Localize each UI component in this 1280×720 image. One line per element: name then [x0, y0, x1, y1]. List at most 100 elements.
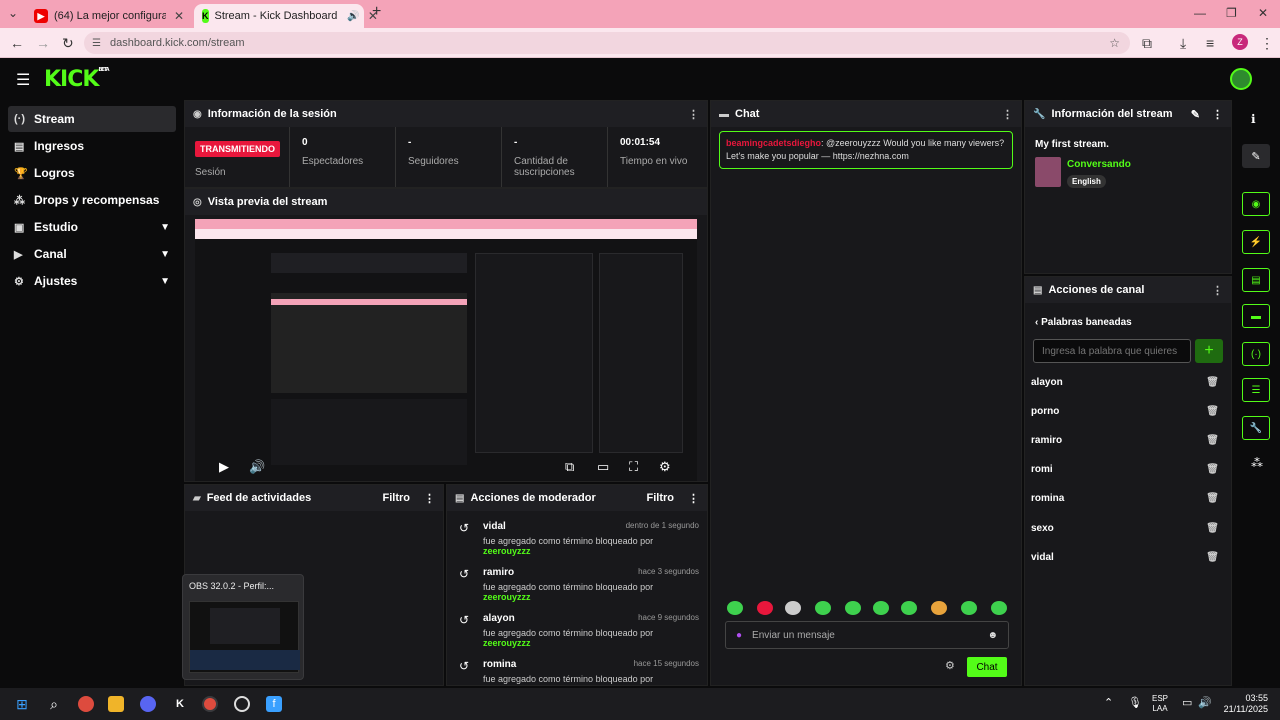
notes-rail-icon[interactable]: ▤: [1242, 268, 1270, 292]
emote-icon[interactable]: [931, 601, 947, 615]
chat-input[interactable]: ● Enviar un mensaje ☻: [725, 621, 1009, 649]
download-icon[interactable]: ⤓: [1180, 35, 1186, 52]
emote-icon[interactable]: [785, 601, 801, 615]
tray-chevron-icon[interactable]: ⌃: [1104, 696, 1113, 709]
new-tab-icon[interactable]: +: [372, 3, 381, 21]
undo-icon[interactable]: ↺: [459, 567, 469, 581]
trash-icon[interactable]: 🗑: [1206, 493, 1219, 504]
sidebar-item-canal[interactable]: ▶ Canal ▼: [8, 241, 176, 267]
info-rail-icon[interactable]: ℹ: [1251, 112, 1256, 126]
undo-icon[interactable]: ↺: [459, 613, 469, 627]
reload-icon[interactable]: ↻: [62, 35, 74, 52]
user-avatar[interactable]: [1230, 68, 1252, 90]
trash-icon[interactable]: 🗑: [1206, 523, 1219, 534]
emote-icon[interactable]: [757, 601, 773, 615]
windows-start-icon[interactable]: ⊞: [14, 696, 30, 712]
emote-icon[interactable]: [845, 601, 861, 615]
undo-icon[interactable]: ↺: [459, 659, 469, 673]
kick-app-icon[interactable]: K: [172, 696, 188, 712]
banned-word-input[interactable]: [1033, 339, 1191, 363]
browser-tab-kick[interactable]: K Stream - Kick Dashboard 🔊 ✕: [194, 4, 378, 28]
bookmark-star-icon[interactable]: ☆: [1109, 36, 1120, 50]
more-icon[interactable]: ⋮: [1002, 108, 1013, 121]
add-word-button[interactable]: +: [1195, 339, 1223, 363]
category-label[interactable]: Conversando: [1067, 159, 1131, 170]
obs-taskbar-preview[interactable]: OBS 32.0.2 - Perfil:...: [182, 574, 304, 680]
volume-icon[interactable]: 🔊: [249, 459, 265, 475]
trash-icon[interactable]: 🗑: [1206, 435, 1219, 446]
chat-send-button[interactable]: Chat: [967, 657, 1007, 677]
emote-icon[interactable]: [815, 601, 831, 615]
pip-icon[interactable]: ⧉: [565, 459, 574, 475]
emote-icon[interactable]: [901, 601, 917, 615]
emote-icon[interactable]: [991, 601, 1007, 615]
share-rail-icon[interactable]: ⁂: [1251, 456, 1263, 470]
search-icon[interactable]: ⌕: [46, 696, 62, 712]
emoji-icon[interactable]: ☻: [987, 630, 998, 641]
sidebar-item-ingresos[interactable]: ▤ Ingresos: [8, 133, 176, 159]
sidebar-item-drops[interactable]: ⁂ Drops y recompensas: [8, 187, 176, 213]
trash-icon[interactable]: 🗑: [1206, 464, 1219, 475]
stream-preview-video[interactable]: ▶ 🔊 ⧉ ▭ ⛶ ⚙: [195, 219, 697, 481]
more-icon[interactable]: ⋮: [424, 492, 435, 505]
forward-icon[interactable]: →: [36, 35, 50, 51]
kick-logo[interactable]: KICKBETA: [44, 67, 110, 92]
mic-tray-icon[interactable]: 🎙: [1128, 696, 1142, 709]
play-icon[interactable]: ▶: [219, 459, 229, 475]
extensions-icon[interactable]: ⧉: [1142, 35, 1152, 52]
fullscreen-icon[interactable]: ⛶: [629, 459, 638, 475]
restore-icon[interactable]: ❐: [1226, 6, 1237, 20]
wrench-rail-icon[interactable]: 🔧: [1242, 416, 1270, 440]
camera-rail-icon[interactable]: ◉: [1242, 192, 1270, 216]
theater-icon[interactable]: ▭: [597, 459, 609, 475]
undo-icon[interactable]: ↺: [459, 521, 469, 535]
close-icon[interactable]: ✕: [174, 9, 184, 23]
emote-icon[interactable]: [873, 601, 889, 615]
more-icon[interactable]: ⋮: [1212, 108, 1223, 121]
chat-settings-icon[interactable]: ⚙: [945, 659, 955, 672]
settings-icon[interactable]: ⚙: [659, 459, 671, 475]
filter-button[interactable]: Filtro: [647, 492, 675, 504]
site-info-icon[interactable]: ☰: [92, 38, 101, 49]
more-icon[interactable]: ⋮: [1212, 284, 1223, 297]
obs-icon[interactable]: [234, 696, 250, 712]
bolt-rail-icon[interactable]: ⚡: [1242, 230, 1270, 254]
filter-button[interactable]: Filtro: [383, 492, 411, 504]
mic-icon[interactable]: ●: [736, 630, 742, 641]
sidebar-item-ajustes[interactable]: ⚙ Ajustes ▼: [8, 268, 176, 294]
trash-icon[interactable]: 🗑: [1206, 406, 1219, 417]
banned-words-header[interactable]: ‹ Palabras baneadas: [1035, 317, 1132, 328]
edit-icon[interactable]: ✎: [1191, 108, 1200, 121]
app-icon[interactable]: f: [266, 696, 282, 712]
emote-icon[interactable]: [727, 601, 743, 615]
menu-icon[interactable]: ⋮: [1260, 35, 1274, 52]
more-icon[interactable]: ⋮: [688, 108, 699, 121]
more-icon[interactable]: ⋮: [688, 492, 699, 505]
sidebar-item-stream[interactable]: (·) Stream: [8, 106, 176, 132]
sidebar-item-logros[interactable]: 🏆 Logros: [8, 160, 176, 186]
hamburger-icon[interactable]: ☰: [16, 70, 30, 90]
trash-icon[interactable]: 🗑: [1206, 377, 1219, 388]
network-icon[interactable]: ▭: [1182, 696, 1192, 709]
sidebar-item-estudio[interactable]: ▣ Estudio ▼: [8, 214, 176, 240]
trash-icon[interactable]: 🗑: [1206, 552, 1219, 563]
edit-rail-icon[interactable]: ✎: [1242, 144, 1270, 168]
browser-tab-youtube[interactable]: ▶ (64) La mejor configuración de ✕: [26, 4, 192, 28]
chrome-icon[interactable]: [78, 696, 94, 712]
discord-icon[interactable]: [140, 696, 156, 712]
broadcast-rail-icon[interactable]: (·): [1242, 342, 1270, 366]
emote-icon[interactable]: [961, 601, 977, 615]
tab-search-icon[interactable]: ⌄: [8, 6, 18, 20]
file-explorer-icon[interactable]: [108, 696, 124, 712]
minimize-icon[interactable]: —: [1194, 6, 1206, 20]
address-bar[interactable]: ☰ dashboard.kick.com/stream ☆: [84, 32, 1130, 54]
chrome-icon[interactable]: [202, 696, 218, 712]
clock[interactable]: 03:55 21/11/2025: [1218, 693, 1268, 715]
window-close-icon[interactable]: ✕: [1258, 6, 1268, 20]
layout-rail-icon[interactable]: ☰: [1242, 378, 1270, 402]
media-icon[interactable]: ≡: [1206, 35, 1214, 51]
profile-avatar[interactable]: Z: [1232, 34, 1248, 50]
language-indicator[interactable]: ESP LAA: [1152, 694, 1168, 714]
volume-icon[interactable]: 🔊: [1198, 696, 1212, 709]
chat-username[interactable]: beamingcadetsdiegho: [726, 138, 821, 148]
